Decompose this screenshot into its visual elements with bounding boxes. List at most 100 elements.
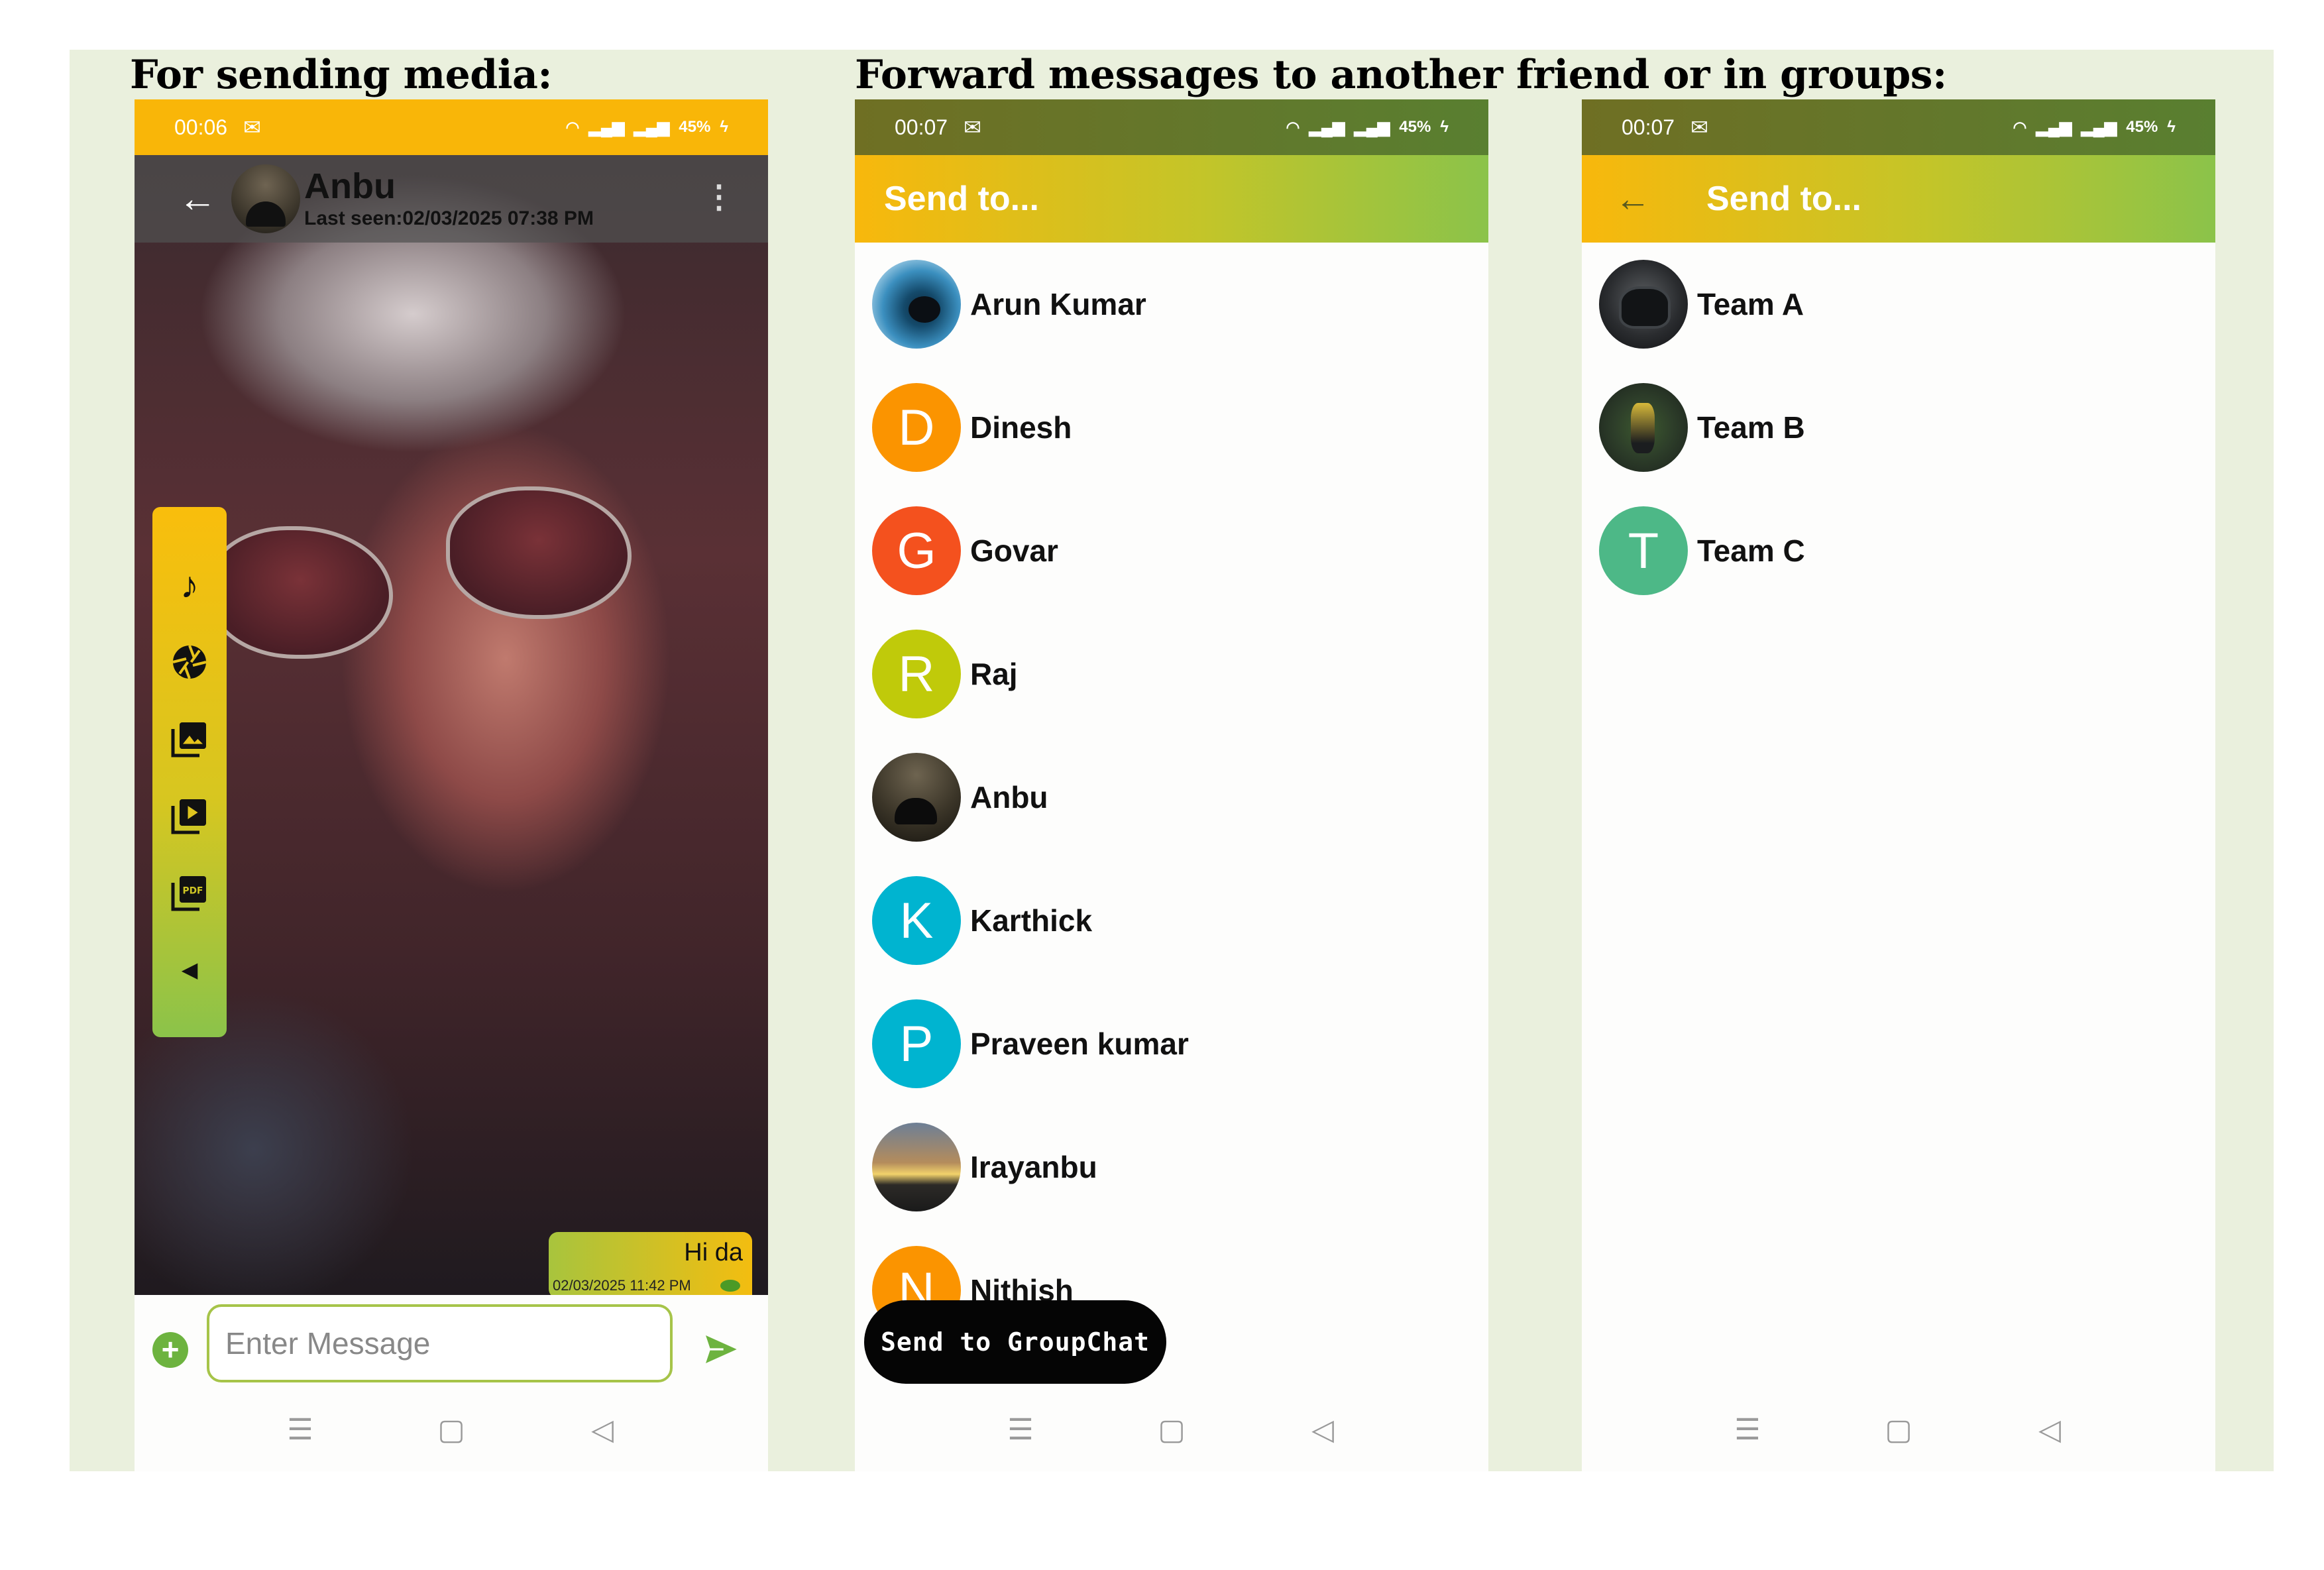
contact-name: Dinesh: [970, 410, 1072, 445]
message-text: Hi da: [684, 1239, 743, 1266]
add-attachment-icon[interactable]: +: [152, 1332, 188, 1368]
music-icon[interactable]: ♪: [152, 547, 227, 624]
status-icons: ◠ ▂▄▆ ▂▄▆ 45% ϟ: [1286, 118, 1449, 137]
video-library-icon[interactable]: [152, 777, 227, 854]
charging-icon: ϟ: [720, 118, 728, 136]
contact-name: Raj: [970, 657, 1018, 691]
chat-header: ← Anbu Last seen:02/03/2025 07:38 PM ⋮: [135, 155, 768, 243]
pdf-icon[interactable]: PDF: [152, 854, 227, 931]
list-item[interactable]: T Team C: [1582, 489, 2215, 612]
mail-icon: ✉: [1690, 115, 1708, 139]
list-item[interactable]: P Praveen kumar: [855, 982, 1488, 1105]
list-item[interactable]: Anbu: [855, 736, 1488, 859]
system-nav-bar: ☰ ▢ ◁: [1582, 1388, 2215, 1471]
system-nav-bar: ☰ ▢ ◁: [135, 1388, 768, 1471]
list-item[interactable]: Team B: [1582, 366, 2215, 489]
more-options-icon[interactable]: ⋮: [703, 182, 735, 213]
avatar: [872, 260, 961, 349]
contact-name: Karthick: [970, 903, 1093, 938]
mail-icon: ✉: [243, 115, 261, 139]
back-icon[interactable]: ◁: [2032, 1412, 2067, 1447]
status-time: 00:06: [174, 115, 228, 139]
status-icons: ◠ ▂▄▆ ▂▄▆ 45% ϟ: [565, 118, 728, 137]
back-icon[interactable]: ◁: [585, 1412, 620, 1447]
menu-icon[interactable]: ☰: [1730, 1412, 1765, 1447]
avatar: [872, 1123, 961, 1211]
page-title: Send to...: [884, 180, 1039, 218]
group-name: Team C: [1697, 533, 1805, 568]
contact-name: Anbu: [970, 780, 1048, 814]
group-name: Team B: [1697, 410, 1805, 445]
forward-groups-screen: 00:07 ✉ ◠ ▂▄▆ ▂▄▆ 45% ϟ ← Send to... Tea…: [1582, 99, 2215, 1471]
contact-name: Arun Kumar: [970, 287, 1146, 321]
signal-icon: ▂▄▆: [588, 118, 625, 137]
mail-icon: ✉: [964, 115, 981, 139]
app-bar: Send to...: [855, 155, 1488, 243]
heading-forward-messages: Forward messages to another friend or in…: [855, 52, 1947, 98]
chat-wallpaper: [135, 155, 768, 1295]
menu-icon[interactable]: ☰: [1003, 1412, 1038, 1447]
home-icon[interactable]: ▢: [1881, 1412, 1916, 1447]
last-seen-text: Last seen:02/03/2025 07:38 PM: [304, 207, 594, 230]
status-bar: 00:07 ✉ ◠ ▂▄▆ ▂▄▆ 45% ϟ: [855, 99, 1488, 155]
battery-level: 45%: [1399, 118, 1431, 136]
signal-icon: ▂▄▆: [634, 118, 670, 137]
list-item[interactable]: Irayanbu: [855, 1105, 1488, 1229]
message-bubble[interactable]: Hi da 02/03/2025 11:42 PM: [549, 1232, 752, 1298]
send-to-groupchat-button[interactable]: Send to GroupChat: [864, 1300, 1166, 1384]
avatar: R: [872, 630, 961, 718]
chat-screen: 00:06 ✉ ◠ ▂▄▆ ▂▄▆ 45% ϟ ← Anbu Last seen…: [135, 99, 768, 1471]
svg-text:PDF: PDF: [183, 885, 203, 896]
charging-icon: ϟ: [1440, 118, 1449, 136]
message-composer: +: [135, 1295, 768, 1388]
contact-name: Praveen kumar: [970, 1027, 1189, 1061]
send-icon[interactable]: [700, 1328, 743, 1371]
message-input[interactable]: [207, 1304, 673, 1382]
gallery-icon[interactable]: [152, 701, 227, 777]
status-time: 00:07: [895, 115, 948, 139]
media-attachment-bar: ♪ PDF ◀: [152, 507, 227, 1037]
list-item[interactable]: Team A: [1582, 243, 2215, 366]
list-item[interactable]: Arun Kumar: [855, 243, 1488, 366]
signal-icon: ▂▄▆: [2036, 118, 2072, 137]
home-icon[interactable]: ▢: [434, 1412, 469, 1447]
avatar[interactable]: [231, 164, 300, 233]
battery-level: 45%: [679, 118, 711, 136]
menu-icon[interactable]: ☰: [283, 1412, 317, 1447]
avatar: G: [872, 506, 961, 595]
status-bar: 00:07 ✉ ◠ ▂▄▆ ▂▄▆ 45% ϟ: [1582, 99, 2215, 155]
message-status-icon: [720, 1280, 740, 1292]
avatar: [872, 753, 961, 842]
contact-info[interactable]: Anbu Last seen:02/03/2025 07:38 PM: [304, 166, 594, 231]
contact-name: Irayanbu: [970, 1150, 1097, 1184]
charging-icon: ϟ: [2167, 118, 2176, 136]
status-time: 00:07: [1622, 115, 1675, 139]
home-icon[interactable]: ▢: [1154, 1412, 1189, 1447]
camera-shutter-icon[interactable]: [152, 624, 227, 701]
signal-icon: ▂▄▆: [1309, 118, 1345, 137]
back-arrow-icon[interactable]: ←: [178, 180, 217, 218]
wifi-icon: ◠: [1286, 118, 1300, 137]
battery-level: 45%: [2126, 118, 2158, 136]
signal-icon: ▂▄▆: [2081, 118, 2117, 137]
avatar: K: [872, 876, 961, 965]
list-item[interactable]: D Dinesh: [855, 366, 1488, 489]
avatar: [1599, 383, 1688, 472]
collapse-left-icon[interactable]: ◀: [152, 931, 227, 1008]
heading-sending-media: For sending media:: [130, 52, 553, 98]
status-icons: ◠ ▂▄▆ ▂▄▆ 45% ϟ: [2013, 118, 2176, 137]
forward-friends-screen: 00:07 ✉ ◠ ▂▄▆ ▂▄▆ 45% ϟ Send to... Arun …: [855, 99, 1488, 1471]
avatar: P: [872, 999, 961, 1088]
list-item[interactable]: R Raj: [855, 612, 1488, 736]
back-icon[interactable]: ◁: [1305, 1412, 1340, 1447]
list-item[interactable]: K Karthick: [855, 859, 1488, 982]
wallpaper-detail: [207, 526, 393, 659]
contact-name: Govar: [970, 533, 1058, 568]
contact-name: Anbu: [304, 166, 396, 206]
avatar: D: [872, 383, 961, 472]
list-item[interactable]: G Govar: [855, 489, 1488, 612]
wifi-icon: ◠: [2013, 118, 2027, 137]
message-timestamp: 02/03/2025 11:42 PM: [553, 1277, 691, 1294]
group-list: Team A Team B T Team C: [1582, 243, 2215, 612]
back-arrow-icon[interactable]: ←: [1615, 181, 1651, 217]
